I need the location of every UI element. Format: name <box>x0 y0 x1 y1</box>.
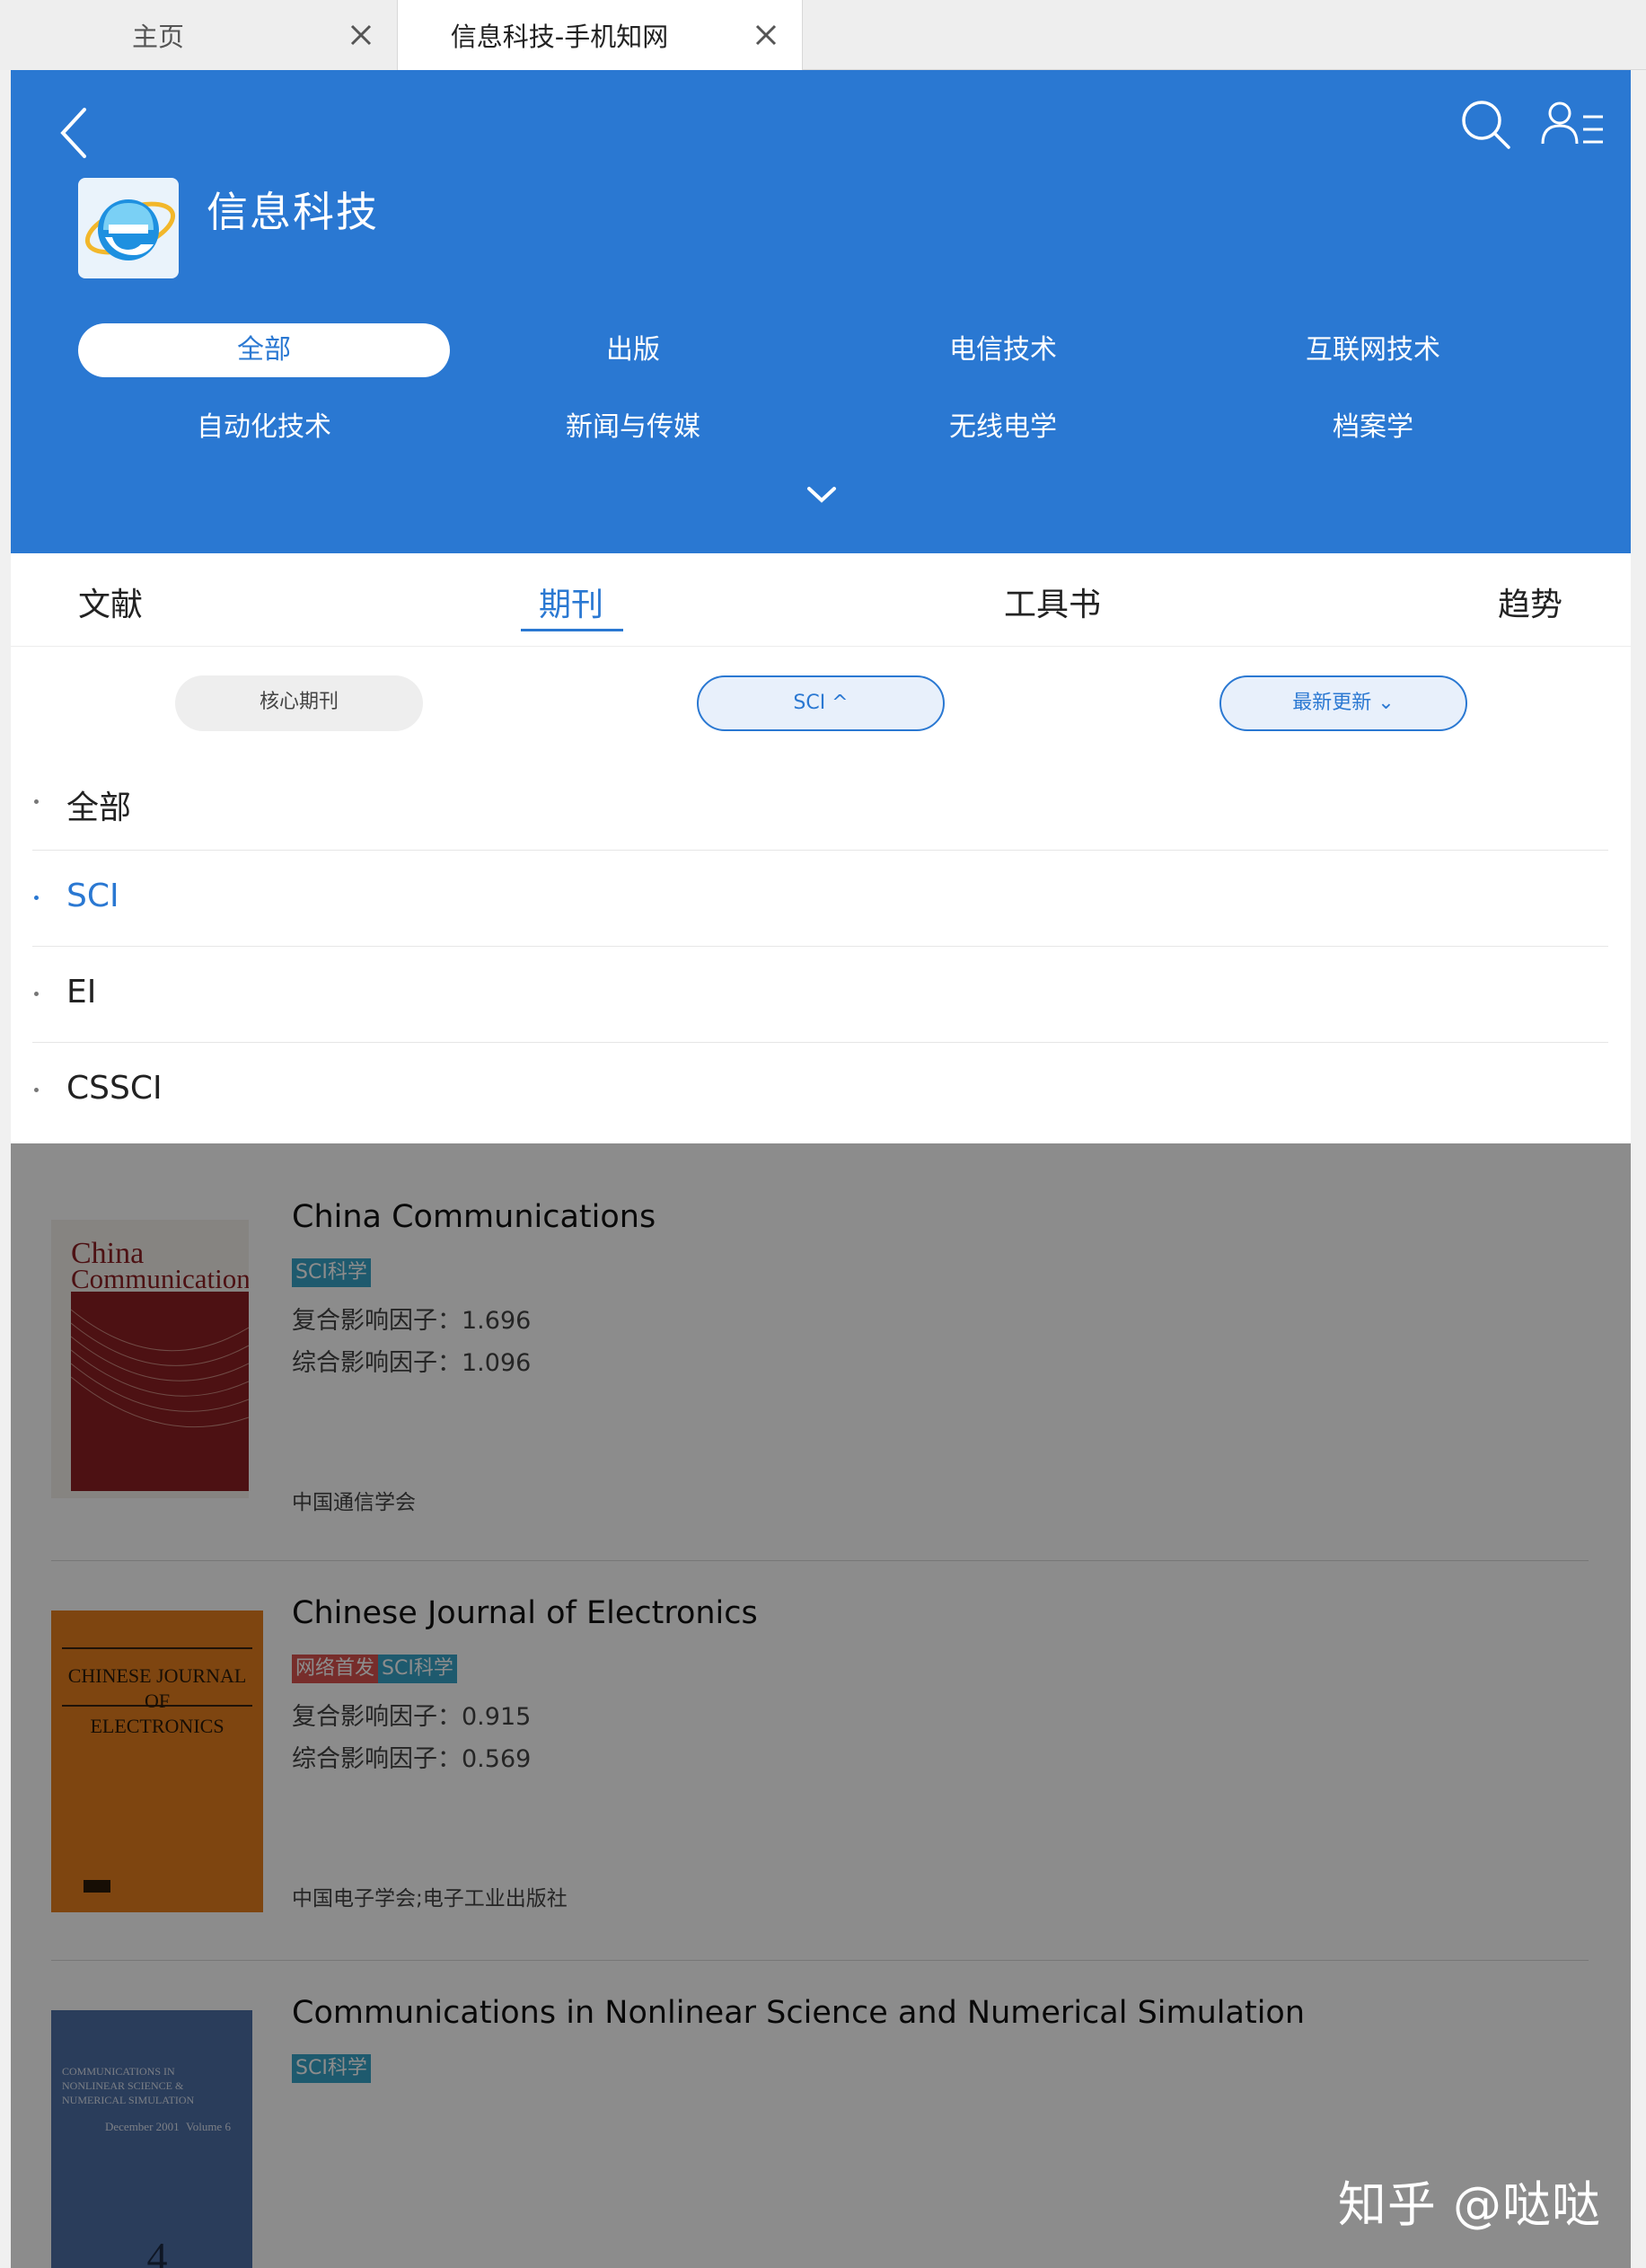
app-root: 主页 信息科技-手机知网 信息科技 全部 出版 电信技术 互联网技术 自动化技术… <box>0 0 1646 2268</box>
category-telecom[interactable]: 电信技术 <box>817 323 1189 377</box>
category-automation[interactable]: 自动化技术 <box>78 401 450 454</box>
browser-tab-active[interactable]: 信息科技-手机知网 <box>397 0 803 70</box>
modal-backdrop[interactable] <box>11 1143 1631 2268</box>
category-radio[interactable]: 无线电学 <box>817 401 1189 454</box>
tab-reference-books[interactable]: 工具书 <box>1004 578 1101 625</box>
main-tab-bar: 文献 期刊 工具书 趋势 <box>11 553 1631 647</box>
browser-tab-label: 信息科技-手机知网 <box>450 22 669 52</box>
index-dropdown-menu: 全部 SCI EI CSSCI <box>11 755 1631 1143</box>
ie-logo-icon <box>84 199 176 260</box>
site-logo <box>78 178 179 278</box>
active-tab-indicator <box>521 629 623 631</box>
page-title: 信息科技 <box>207 188 379 236</box>
filter-bar: 核心期刊 SCI ^ 最新更新 ⌄ <box>11 647 1631 755</box>
bullet-dot <box>34 799 39 804</box>
close-icon[interactable] <box>345 19 377 51</box>
dropdown-option-ei[interactable]: EI <box>32 947 1608 1043</box>
tab-journals[interactable]: 期刊 <box>539 578 603 625</box>
back-arrow-icon[interactable] <box>45 97 99 169</box>
browser-tab-home[interactable]: 主页 <box>0 0 397 70</box>
option-label: CSSCI <box>66 1070 163 1107</box>
filter-core-journals[interactable]: 核心期刊 <box>175 675 423 731</box>
option-label: SCI <box>66 878 119 914</box>
user-menu-icon[interactable] <box>1540 99 1605 149</box>
watermark: 知乎 @哒哒 <box>1337 2176 1601 2233</box>
chevron-down-icon[interactable] <box>805 483 838 505</box>
browser-tab-label: 主页 <box>131 22 184 52</box>
dropdown-option-sci[interactable]: SCI <box>32 851 1608 947</box>
browser-tab-bar: 主页 信息科技-手机知网 <box>0 0 1646 70</box>
category-internet[interactable]: 互联网技术 <box>1187 323 1559 377</box>
category-publishing[interactable]: 出版 <box>447 323 819 377</box>
dropdown-option-cssci[interactable]: CSSCI <box>32 1043 1608 1139</box>
category-media[interactable]: 新闻与传媒 <box>447 401 819 454</box>
search-icon[interactable] <box>1458 97 1512 151</box>
category-all[interactable]: 全部 <box>78 323 450 377</box>
option-label: EI <box>66 974 97 1010</box>
category-archives[interactable]: 档案学 <box>1187 401 1559 454</box>
filter-sort-dropdown[interactable]: 最新更新 ⌄ <box>1219 675 1467 731</box>
right-gutter <box>1631 70 1646 2268</box>
tab-literature[interactable]: 文献 <box>78 578 143 625</box>
bullet-dot <box>34 896 39 900</box>
filter-index-dropdown[interactable]: SCI ^ <box>697 675 945 731</box>
bullet-dot <box>34 1088 39 1092</box>
option-label: 全部 <box>66 790 132 826</box>
dropdown-option-all[interactable]: 全部 <box>32 755 1608 851</box>
left-gutter <box>0 70 11 2268</box>
site-header: 信息科技 全部 出版 电信技术 互联网技术 自动化技术 新闻与传媒 无线电学 档… <box>11 70 1631 553</box>
close-icon[interactable] <box>750 19 782 51</box>
bullet-dot <box>34 992 39 996</box>
tab-trends[interactable]: 趋势 <box>1498 578 1562 625</box>
